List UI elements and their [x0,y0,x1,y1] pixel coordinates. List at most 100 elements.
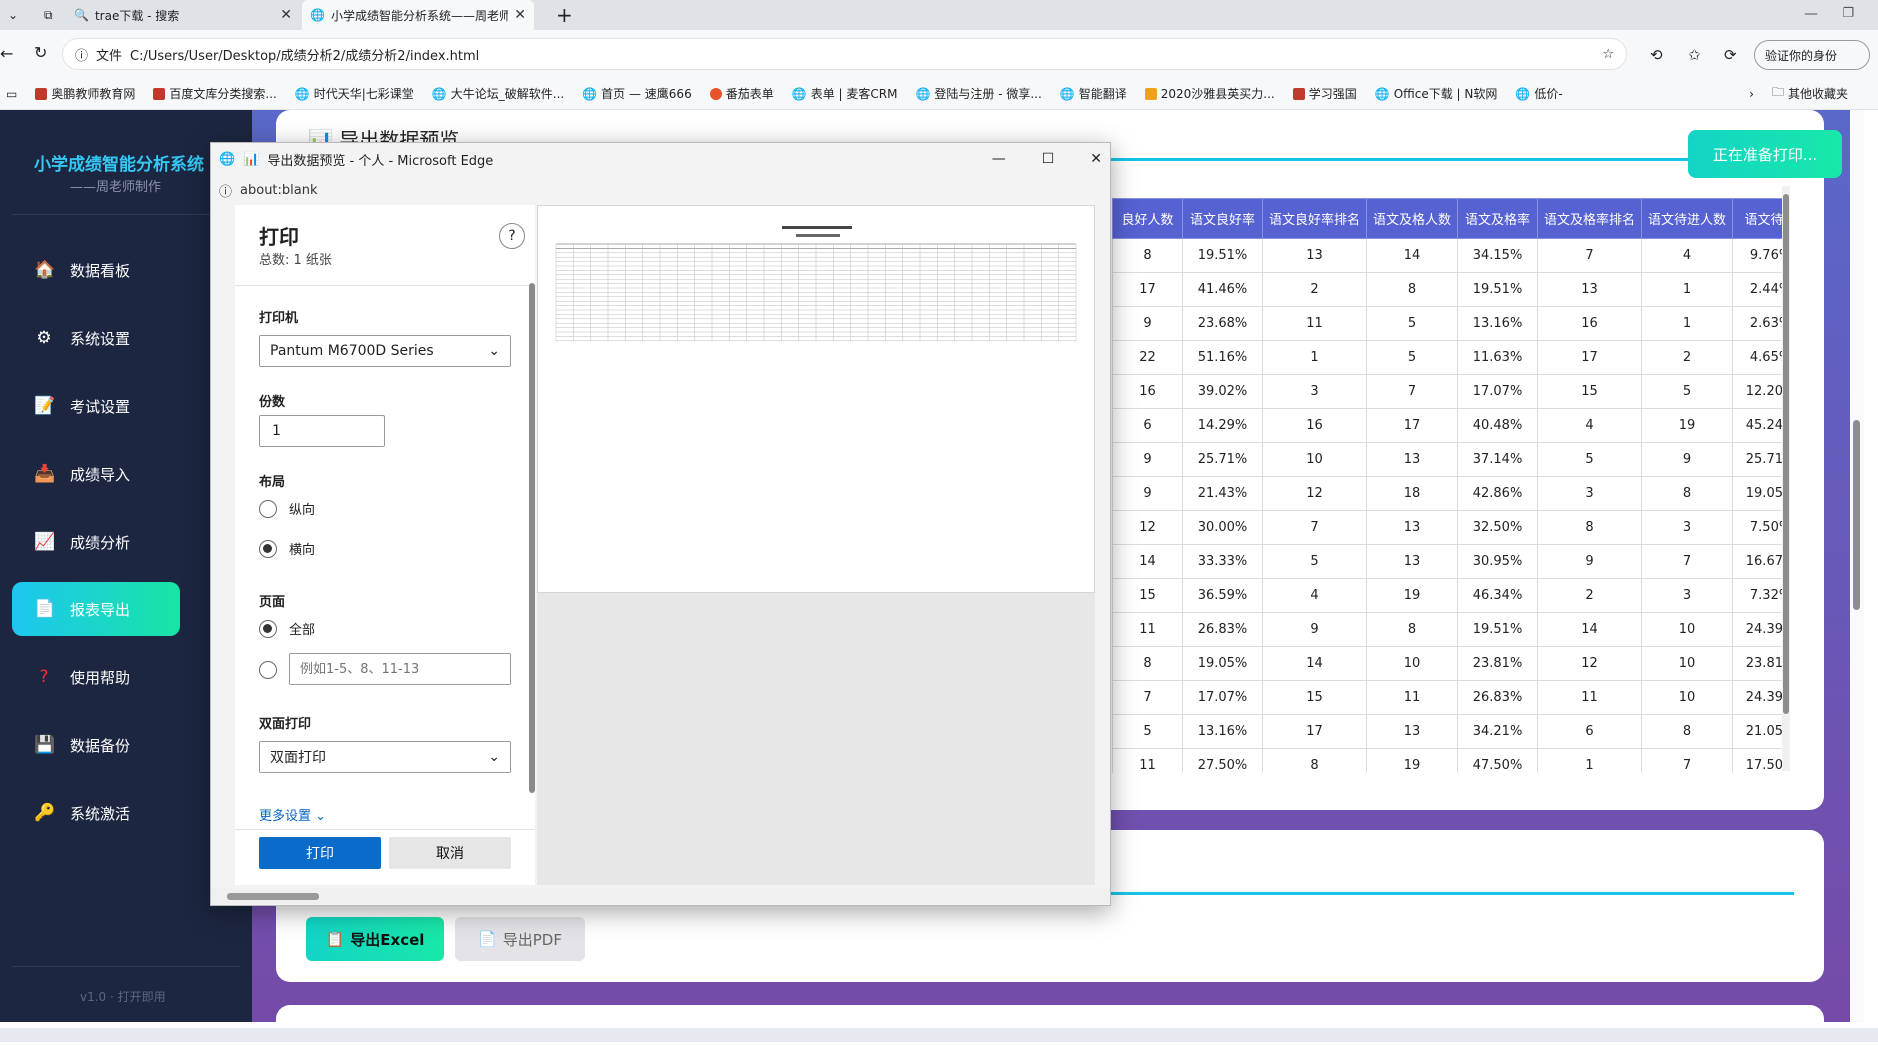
close-icon[interactable]: ✕ [1090,151,1102,167]
close-icon[interactable]: ✕ [280,7,292,23]
all-pages-radio[interactable]: 全部 [259,619,315,638]
bookmark-label: 低价- [1534,87,1563,101]
table-row: 1536.59%41946.34%237.32% [1112,578,1782,613]
table-cell: 4 [1537,408,1643,443]
table-cell: 1 [1261,340,1368,375]
export-pdf-button[interactable]: 📄 导出PDF [455,917,585,961]
table-row: 2251.16%1511.63%1724.65% [1112,340,1782,375]
table-cell: 17.07% [1457,374,1539,409]
sidebar-toggle-icon[interactable]: ▭ [6,87,17,101]
bookmark-item[interactable]: 百度文库分类搜索... [153,85,277,102]
sidebar-item-dashboard[interactable]: 🏠 数据看板 [12,243,180,297]
table-cell: 8 [1537,510,1643,545]
bookmark-item[interactable]: 奥鹏教师教育网 [35,85,135,102]
table-cell: 11 [1112,748,1183,773]
page-vertical-scrollbar[interactable] [1850,110,1864,1022]
maximize-icon[interactable]: ☐ [1042,151,1055,167]
cancel-button[interactable]: 取消 [389,837,511,869]
help-icon[interactable]: ? [499,223,525,249]
table-header-cell: 良好人数 [1112,198,1183,239]
data-table-viewport[interactable]: 良好人数 语文良好率 语文良好率排名 语文及格人数 语文及格率 语文及格率排名 语文待进人数… [1112,198,1782,773]
tab-search[interactable]: 🔍 trae下载 - 搜索 ✕ [66,0,300,30]
table-cell: 12 [1261,476,1368,511]
copies-input[interactable]: 1 [259,415,385,447]
table-cell: 45.24% [1732,408,1782,443]
bookmark-item[interactable]: 2020沙雅县英买力... [1144,85,1275,102]
bookmark-item[interactable]: 🌐 表单 | 麦客CRM [792,85,898,102]
table-cell: 19 [1641,408,1734,443]
address-bar[interactable]: ⓘ 文件 C:/Users/User/Desktop/成绩分析2/成绩分析2/i… [62,38,1627,70]
sidebar-item-help[interactable]: ? 使用帮助 [12,650,180,704]
sidebar-item-import[interactable]: 📥 成绩导入 [12,447,180,501]
history-icon[interactable]: ⟳ [1724,46,1737,64]
popup-horizontal-scrollbar[interactable] [211,888,1110,904]
refresh-icon[interactable]: ↻ [34,43,47,62]
accent-line [1110,158,1695,161]
bookmark-item[interactable]: 🌐 登陆与注册 - 微享... [915,85,1041,102]
extensions-icon[interactable]: ⟲ [1650,46,1663,64]
table-cell: 19.05% [1732,476,1782,511]
table-cell: 13 [1366,544,1459,579]
table-cell: 36.59% [1182,578,1263,613]
minimize-icon[interactable]: — [992,151,1006,167]
table-cell: 9 [1641,442,1734,477]
sidebar-item-label: 数据看板 [70,261,131,280]
print-settings-panel: 打印 总数: 1 纸张 ? 打印机 Pantum M6700D Series ⌄ … [235,205,535,885]
close-icon[interactable]: ✕ [514,7,526,23]
url-text[interactable]: C:/Users/User/Desktop/成绩分析2/成绩分析2/index.… [130,45,479,64]
settings-scrollbar[interactable] [529,283,535,793]
table-cell: 47.50% [1457,748,1539,773]
tab-list-icon[interactable]: ⌄ [0,0,40,30]
bookmark-item[interactable]: 番茄表单 [709,85,774,102]
table-cell: 7.50% [1732,510,1782,545]
page-icon: 📄 [34,599,56,619]
page-range-radio[interactable] [259,661,277,679]
bookmark-item[interactable]: 🌐 大牛论坛_破解软件... [432,85,564,102]
table-vertical-scrollbar[interactable] [1782,186,1790,771]
table-cell: 42.86% [1457,476,1539,511]
favorites-icon[interactable]: ✩ [1688,46,1701,64]
other-favorites-folder[interactable]: 🗀 其他收藏夹 [1772,83,1848,104]
sidebar-item-settings[interactable]: ⚙ 系统设置 [12,311,180,365]
new-tab-button[interactable]: + [548,0,578,30]
export-excel-button[interactable]: 📋 导出Excel [306,917,444,961]
table-cell: 5 [1112,714,1183,749]
chevron-right-icon[interactable]: › [1749,87,1754,101]
bookmark-label: 学习强国 [1308,87,1357,101]
favorite-star-icon[interactable]: ☆ [1602,47,1614,62]
sidebar-item-exam-settings[interactable]: 📝 考试设置 [12,379,180,433]
print-button[interactable]: 打印 [259,837,381,869]
back-icon[interactable]: ← [0,44,13,63]
bookmark-item[interactable]: 学习强国 [1292,85,1357,102]
sidebar-item-backup[interactable]: 💾 数据备份 [12,718,180,772]
minimize-icon[interactable]: — [1804,6,1818,22]
printer-select[interactable]: Pantum M6700D Series ⌄ [259,335,511,367]
table-cell: 2.44% [1732,272,1782,307]
table-cell: 18 [1366,476,1459,511]
table-cell: 5 [1537,442,1643,477]
portrait-radio[interactable]: 纵向 [259,499,315,518]
tab-actions-icon[interactable]: ⧉ [36,0,60,30]
bookmark-item[interactable]: 🌐 智能翻译 [1060,85,1127,102]
bookmark-item[interactable]: 🌐 时代天华|七彩课堂 [295,85,414,102]
table-row: 923.68%11513.16%1612.63% [1112,306,1782,341]
bookmark-item[interactable]: 🌐 低价- [1515,85,1562,102]
bookmark-item[interactable]: 🌐 Office下载 | N软网 [1375,85,1498,102]
landscape-radio[interactable]: 横向 [259,539,315,558]
table-cell: 23.68% [1182,306,1263,341]
table-cell: 21.43% [1182,476,1263,511]
page-range-input[interactable] [289,653,511,685]
tab-app[interactable]: 🌐 小学成绩智能分析系统——周老师 ✕ [302,0,534,30]
table-cell: 9.76% [1732,238,1782,273]
sidebar-item-activate[interactable]: 🔑 系统激活 [12,786,180,840]
profile-button[interactable]: 验证你的身份 [1754,40,1870,70]
table-cell: 2.63% [1732,306,1782,341]
sidebar-item-analysis[interactable]: 📈 成绩分析 [12,515,180,569]
table-cell: 14 [1112,544,1183,579]
bookmark-item[interactable]: 🌐 首页 — 速鹰666 [582,85,692,102]
duplex-select[interactable]: 双面打印 ⌄ [259,741,511,773]
table-row: 819.05%141023.81%121023.81% [1112,646,1782,681]
restore-icon[interactable]: ❐ [1842,6,1854,21]
more-settings-link[interactable]: 更多设置 ⌄ [259,805,326,824]
sidebar-item-report-export[interactable]: 📄 报表导出 [12,582,180,636]
